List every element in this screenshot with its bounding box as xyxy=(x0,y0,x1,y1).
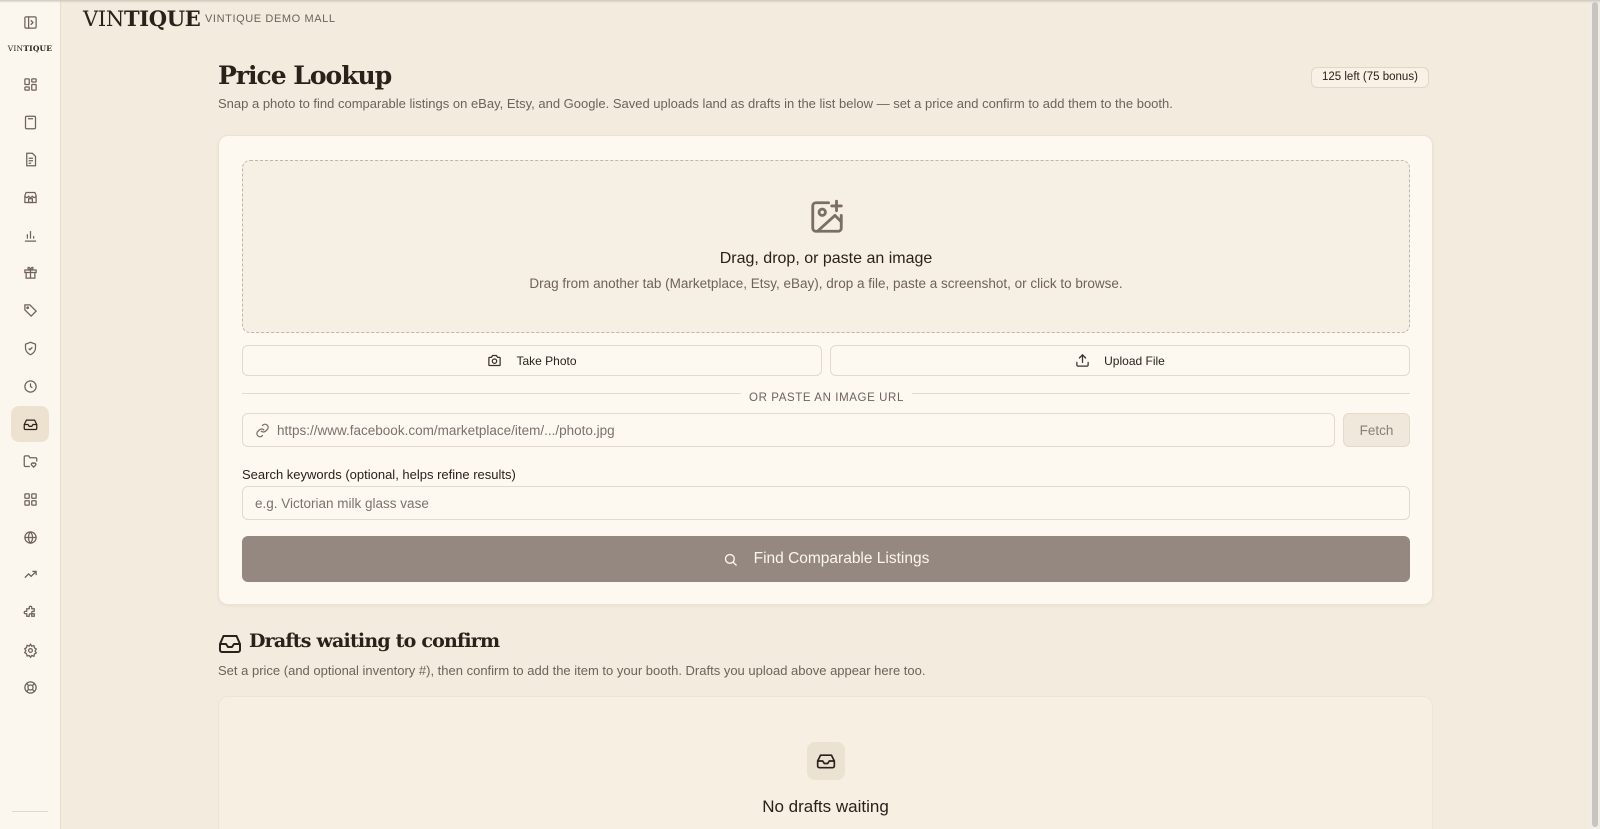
empty-state-icon-badge xyxy=(807,742,845,780)
sidebar-item-documents[interactable] xyxy=(11,141,49,177)
sidebar-logo[interactable]: VINTIQUE xyxy=(0,44,60,53)
brand-logo[interactable]: VINTIQUE xyxy=(83,6,201,31)
page-scrollbar[interactable] xyxy=(1590,0,1600,829)
shield-check-icon xyxy=(24,341,36,355)
page-title: Price Lookup xyxy=(218,61,392,90)
link-icon xyxy=(256,423,269,438)
sidebar-item-collections[interactable] xyxy=(11,443,49,479)
sidebar-toggle-button[interactable] xyxy=(11,4,49,40)
url-divider-label: OR PASTE AN IMAGE URL xyxy=(741,392,912,404)
sidebar-item-price-lookup[interactable] xyxy=(11,406,49,442)
settings-icon xyxy=(23,642,37,658)
inbox-icon xyxy=(23,419,37,430)
image-plus-icon xyxy=(811,199,843,233)
image-url-input[interactable] xyxy=(243,414,1334,446)
bar-chart-icon xyxy=(24,230,36,242)
upload-card: Drag, drop, or paste an image Drag from … xyxy=(218,135,1433,605)
sidebar-item-store[interactable] xyxy=(11,179,49,215)
drafts-title: Drafts waiting to confirm xyxy=(249,630,500,652)
dropzone-subtitle: Drag from another tab (Marketplace, Etsy… xyxy=(529,276,1123,291)
sidebar-item-dashboard[interactable] xyxy=(11,66,49,102)
sidebar-item-apps[interactable] xyxy=(11,481,49,517)
upload-file-button[interactable]: Upload File xyxy=(830,345,1410,376)
dropzone-title: Drag, drop, or paste an image xyxy=(719,250,933,267)
camera-icon xyxy=(488,354,502,367)
sidebar-item-trends[interactable] xyxy=(11,556,49,592)
find-comparable-listings-button[interactable]: Find Comparable Listings xyxy=(242,536,1410,582)
folder-heart-icon xyxy=(23,454,37,468)
sidebar: VINTIQUE xyxy=(0,0,61,829)
calculator-icon xyxy=(24,115,36,129)
quota-badge: 125 left (75 bonus) xyxy=(1311,67,1429,88)
inbox-icon xyxy=(219,635,241,653)
sidebar-item-help[interactable] xyxy=(11,669,49,705)
mall-name: VINTIQUE DEMO MALL xyxy=(205,13,336,25)
keywords-input[interactable] xyxy=(243,487,1409,519)
empty-state-title: No drafts waiting xyxy=(762,797,889,816)
url-divider-label-wrap: OR PASTE AN IMAGE URL xyxy=(219,386,1434,405)
top-shadow xyxy=(0,0,1600,3)
upload-icon xyxy=(1076,354,1089,367)
help-buoy-icon xyxy=(23,680,37,694)
inbox-icon xyxy=(816,754,836,769)
page-subtitle: Snap a photo to find comparable listings… xyxy=(218,96,1173,111)
image-url-field xyxy=(242,413,1335,447)
take-photo-label: Take Photo xyxy=(516,353,577,368)
clock-icon xyxy=(23,379,37,393)
drafts-subtitle: Set a price (and optional inventory #), … xyxy=(218,663,926,678)
sidebar-item-analytics[interactable] xyxy=(11,217,49,253)
keywords-field xyxy=(242,486,1410,520)
sidebar-divider xyxy=(12,811,48,812)
sidebar-item-integrations[interactable] xyxy=(11,594,49,630)
sidebar-item-gifts[interactable] xyxy=(11,254,49,290)
upload-file-label: Upload File xyxy=(1104,353,1165,368)
scrollbar-thumb[interactable] xyxy=(1592,2,1598,827)
find-comparable-listings-label: Find Comparable Listings xyxy=(753,550,930,567)
trending-up-icon xyxy=(23,570,37,578)
keywords-label: Search keywords (optional, helps refine … xyxy=(242,467,516,482)
tag-icon xyxy=(23,303,37,317)
dashboard-icon xyxy=(23,77,37,91)
sidebar-item-security[interactable] xyxy=(11,330,49,366)
gift-icon xyxy=(23,266,37,279)
puzzle-icon xyxy=(23,605,35,617)
fetch-button[interactable]: Fetch xyxy=(1343,413,1410,447)
store-icon xyxy=(23,191,37,203)
take-photo-button[interactable]: Take Photo xyxy=(242,345,822,376)
sidebar-item-history[interactable] xyxy=(11,368,49,404)
grid-icon xyxy=(23,492,37,506)
sidebar-item-tags[interactable] xyxy=(11,292,49,328)
sidebar-item-settings[interactable] xyxy=(11,632,49,668)
sidebar-item-web[interactable] xyxy=(11,519,49,555)
image-dropzone[interactable]: Drag, drop, or paste an image Drag from … xyxy=(242,160,1410,333)
globe-icon xyxy=(23,530,37,544)
sidebar-item-calculator[interactable] xyxy=(11,104,49,140)
document-icon xyxy=(25,152,36,166)
sidebar-toggle-icon xyxy=(23,15,37,29)
search-icon xyxy=(724,553,737,566)
